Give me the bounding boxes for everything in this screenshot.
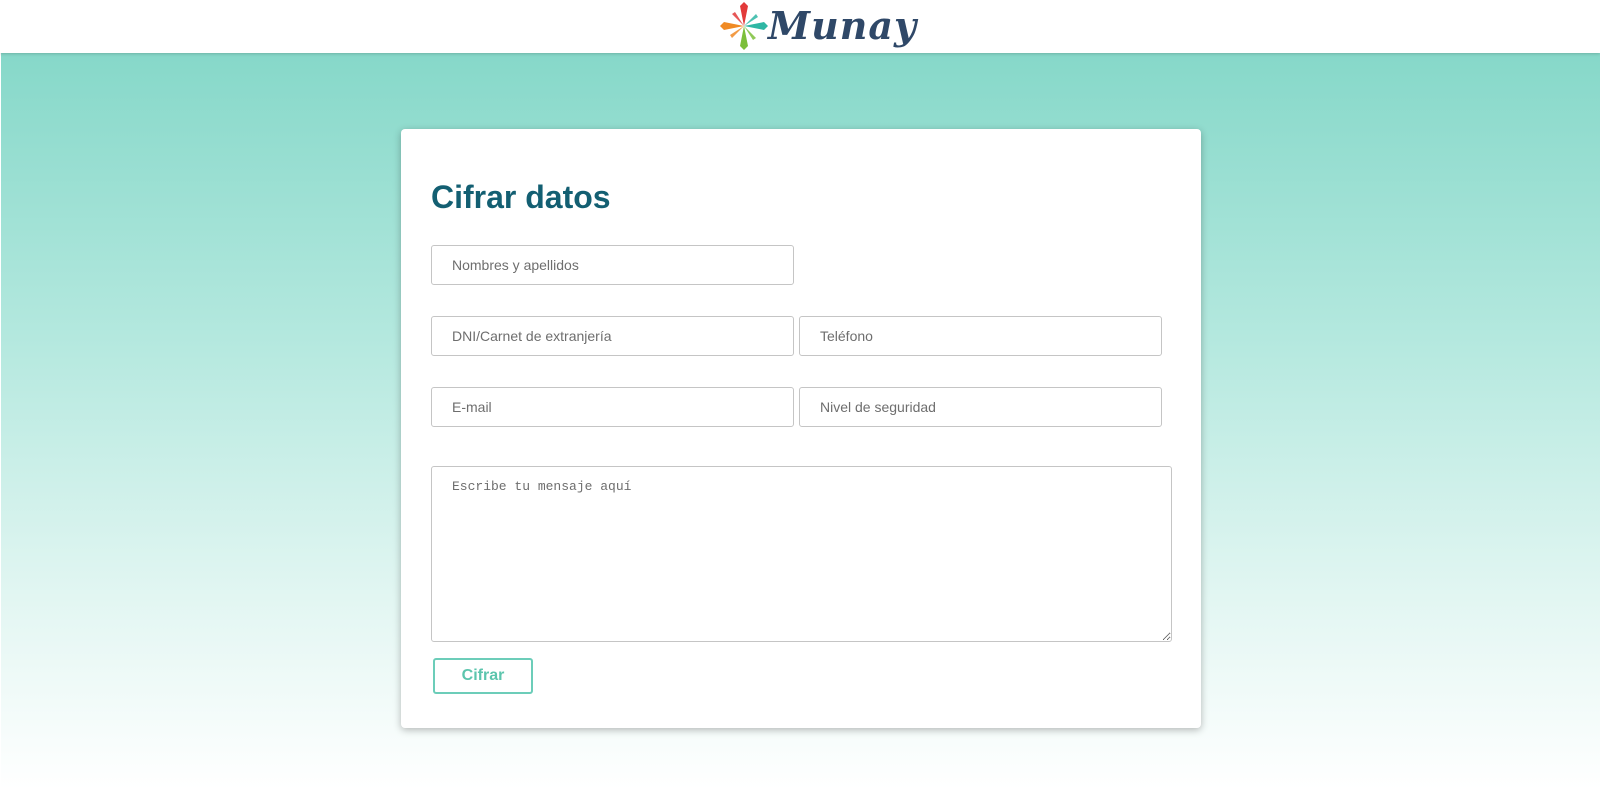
message-textarea[interactable] <box>431 466 1172 642</box>
logo-wordmark: Munay <box>768 3 918 48</box>
form-title: Cifrar datos <box>431 179 611 215</box>
cipher-submit-button[interactable]: Cifrar <box>433 658 533 694</box>
top-header: Munay <box>0 0 1600 53</box>
phone-input[interactable] <box>799 316 1162 356</box>
munay-logo[interactable]: Munay <box>720 2 917 50</box>
four-people-star-icon <box>720 2 768 50</box>
full-name-input[interactable] <box>431 245 794 285</box>
security-level-input[interactable] <box>799 387 1162 427</box>
cipher-form-card: Cifrar datos Cifrar <box>401 129 1201 728</box>
email-input[interactable] <box>431 387 794 427</box>
dni-input[interactable] <box>431 316 794 356</box>
